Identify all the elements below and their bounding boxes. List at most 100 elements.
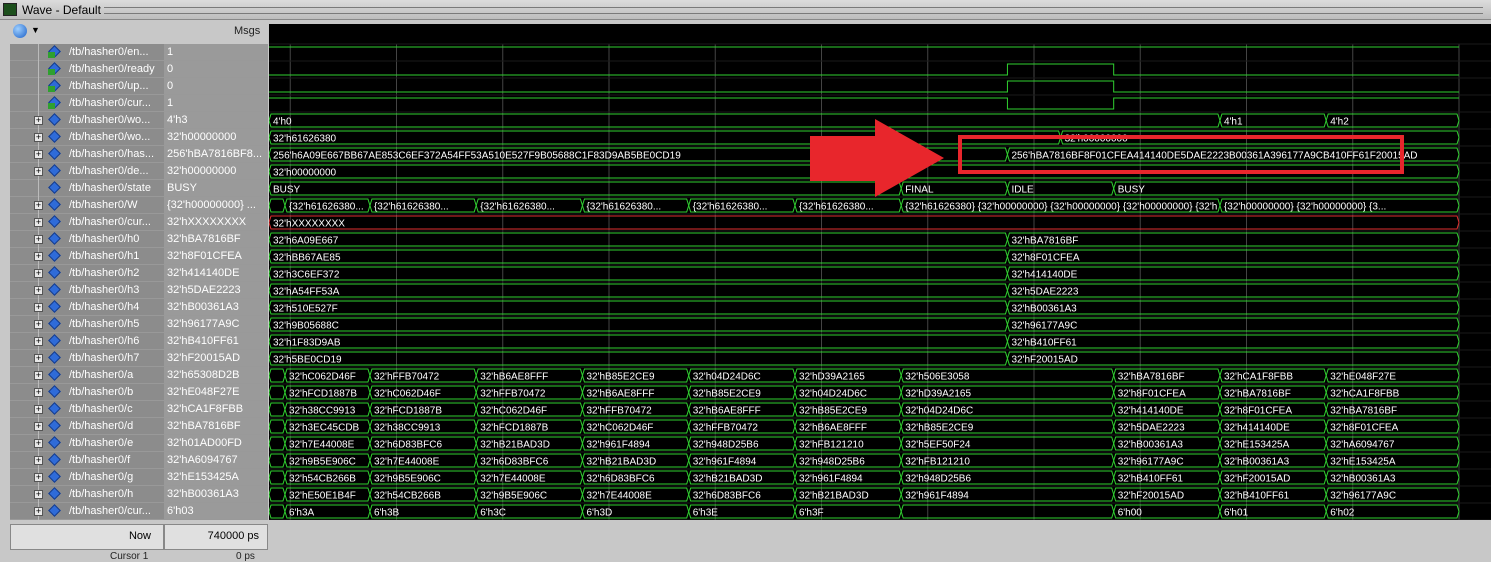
bus-value-label: 32'h948D25B6 xyxy=(693,440,759,451)
signal-row[interactable]: + /tb/hasher0/h2 xyxy=(10,265,164,282)
expand-icon[interactable]: + xyxy=(34,303,43,312)
bus-value-label: 32'hFFB70472 xyxy=(586,406,652,417)
signal-name: /tb/hasher0/d xyxy=(69,420,134,432)
signal-row[interactable]: + /tb/hasher0/h7 xyxy=(10,350,164,367)
expand-icon[interactable]: + xyxy=(34,371,43,380)
expand-icon[interactable]: + xyxy=(34,456,43,465)
expand-icon[interactable]: + xyxy=(34,150,43,159)
expand-icon[interactable]: + xyxy=(34,269,43,278)
bus-value-label: 32'hFCD1887B xyxy=(480,423,548,434)
bus-value-label: 6'h3C xyxy=(480,508,506,519)
expand-icon[interactable]: + xyxy=(34,218,43,227)
bus-value-label: 32'h506E3058 xyxy=(905,372,970,383)
signal-row[interactable]: + /tb/hasher0/f xyxy=(10,452,164,469)
bus-value-label: 32'h7E44008E xyxy=(374,457,440,468)
signal-value: 0 xyxy=(164,78,268,95)
signal-row[interactable]: + /tb/hasher0/h4 xyxy=(10,299,164,316)
signal-name: /tb/hasher0/has... xyxy=(69,148,154,160)
expand-icon[interactable]: + xyxy=(34,388,43,397)
signal-value: 0 xyxy=(164,61,268,78)
bus-value-label: 32'h961F4894 xyxy=(799,474,863,485)
signal-value: {32'h00000000} ... xyxy=(164,197,268,214)
signal-icon xyxy=(48,453,62,466)
signal-row[interactable]: /tb/hasher0/ready xyxy=(10,61,164,78)
expand-icon[interactable]: + xyxy=(34,354,43,363)
signal-row[interactable]: + /tb/hasher0/W xyxy=(10,197,164,214)
signal-row[interactable]: + /tb/hasher0/h0 xyxy=(10,231,164,248)
signal-row[interactable]: + /tb/hasher0/c xyxy=(10,401,164,418)
signal-row[interactable]: + /tb/hasher0/h1 xyxy=(10,248,164,265)
signal-icon xyxy=(48,181,62,194)
signal-row[interactable]: + /tb/hasher0/e xyxy=(10,435,164,452)
globe-icon[interactable] xyxy=(13,24,27,38)
signal-row[interactable]: /tb/hasher0/state xyxy=(10,180,164,197)
bus-value-label: 32'hB85E2CE9 xyxy=(905,423,974,434)
expand-icon[interactable]: + xyxy=(34,252,43,261)
signal-toolbar: ▼ Msgs xyxy=(0,20,268,42)
bus-value-label: 32'hBA7816BF xyxy=(1330,406,1397,417)
signal-name: /tb/hasher0/up... xyxy=(69,80,149,92)
expand-icon[interactable]: + xyxy=(34,133,43,142)
expand-icon[interactable]: + xyxy=(34,473,43,482)
signal-row[interactable]: + /tb/hasher0/wo... xyxy=(10,129,164,146)
expand-icon[interactable]: + xyxy=(34,439,43,448)
bus-value-label: 32'h510E527F xyxy=(273,304,338,315)
bus-value-label: 32'hFFB70472 xyxy=(374,372,440,383)
signal-value: 256'hBA7816BF8... xyxy=(164,146,268,163)
wave-window-icon xyxy=(3,3,17,16)
signal-row[interactable]: + /tb/hasher0/b xyxy=(10,384,164,401)
signal-row[interactable]: + /tb/hasher0/cur... xyxy=(10,214,164,231)
bus-value-label: {32'h61626380... xyxy=(480,202,555,213)
title-bar[interactable]: Wave - Default xyxy=(0,0,1491,20)
signal-row[interactable]: + /tb/hasher0/g xyxy=(10,469,164,486)
bus-value-label: 32'h948D25B6 xyxy=(799,457,865,468)
signal-name: /tb/hasher0/h xyxy=(69,488,134,500)
bus-value-label: 32'hE50E1B4F xyxy=(289,491,356,502)
signal-row[interactable]: + /tb/hasher0/cur... xyxy=(10,503,164,520)
title-grip[interactable] xyxy=(104,7,1483,14)
expand-icon[interactable]: + xyxy=(34,201,43,210)
signal-row[interactable]: + /tb/hasher0/wo... xyxy=(10,112,164,129)
bus-value-label: 32'h948D25B6 xyxy=(905,474,971,485)
waveform-pane[interactable]: 4'h0 4'h1 4'h2 32'h61626380 32'h00000000 256'… xyxy=(269,24,1491,520)
signal-row[interactable]: + /tb/hasher0/d xyxy=(10,418,164,435)
bus-value-label: 32'h38CC9913 xyxy=(374,423,441,434)
signal-icon xyxy=(48,164,62,177)
signal-row[interactable]: + /tb/hasher0/h5 xyxy=(10,316,164,333)
expand-icon[interactable]: + xyxy=(34,116,43,125)
signal-value: 32'hBA7816BF xyxy=(164,231,268,248)
signal-row[interactable]: + /tb/hasher0/de... xyxy=(10,163,164,180)
signal-row[interactable]: + /tb/hasher0/has... xyxy=(10,146,164,163)
expand-icon[interactable]: + xyxy=(34,422,43,431)
signal-row[interactable]: /tb/hasher0/up... xyxy=(10,78,164,95)
signal-row[interactable]: + /tb/hasher0/h xyxy=(10,486,164,503)
signal-value: 32'h65308D2B xyxy=(164,367,268,384)
signal-value: 32'hXXXXXXXX xyxy=(164,214,268,231)
bus-value-label: 32'h961F4894 xyxy=(693,457,757,468)
signal-row[interactable]: + /tb/hasher0/h6 xyxy=(10,333,164,350)
bus-value-label: 32'hF20015AD xyxy=(1224,474,1290,485)
window-title: Wave - Default xyxy=(22,3,101,17)
signal-icon xyxy=(48,504,62,517)
chevron-down-icon[interactable]: ▼ xyxy=(31,25,40,35)
signal-name: /tb/hasher0/g xyxy=(69,471,134,483)
bus-value-label: 32'h96177A9C xyxy=(1118,457,1184,468)
bus-value-label: 32'hB410FF61 xyxy=(1118,474,1184,485)
signal-row[interactable]: + /tb/hasher0/h3 xyxy=(10,282,164,299)
signal-row[interactable]: /tb/hasher0/cur... xyxy=(10,95,164,112)
bus-value-label: 32'hB21BAD3D xyxy=(799,491,869,502)
bus-value-label: 32'h8F01CFEA xyxy=(1330,423,1398,434)
expand-icon[interactable]: + xyxy=(34,235,43,244)
bus-value-label: 32'hE153425A xyxy=(1330,457,1396,468)
expand-icon[interactable]: + xyxy=(34,405,43,414)
expand-icon[interactable]: + xyxy=(34,320,43,329)
signal-row[interactable]: + /tb/hasher0/a xyxy=(10,367,164,384)
expand-icon[interactable]: + xyxy=(34,286,43,295)
bus-value-label: 32'h9B5E906C xyxy=(374,474,441,485)
expand-icon[interactable]: + xyxy=(34,507,43,516)
expand-icon[interactable]: + xyxy=(34,167,43,176)
expand-icon[interactable]: + xyxy=(34,490,43,499)
now-label-box: Now xyxy=(10,524,164,550)
signal-row[interactable]: /tb/hasher0/en... xyxy=(10,44,164,61)
expand-icon[interactable]: + xyxy=(34,337,43,346)
